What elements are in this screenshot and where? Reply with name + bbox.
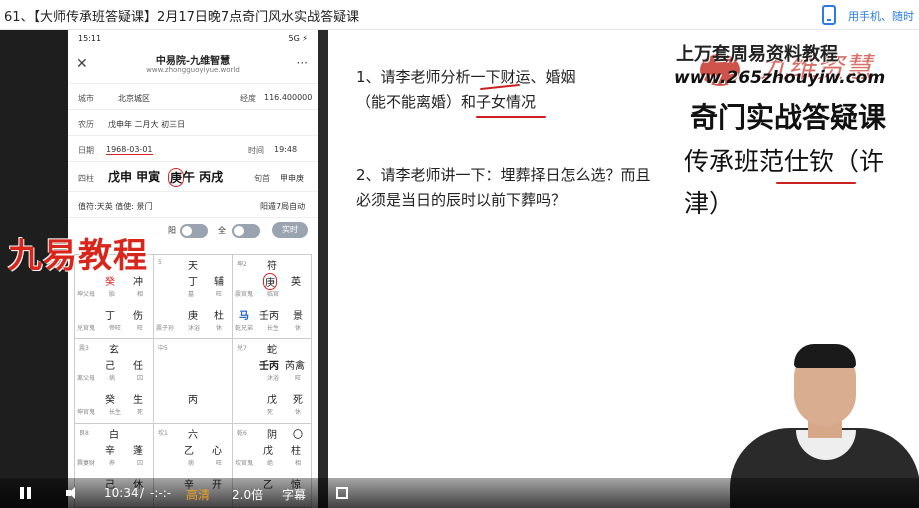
- current-time: 10:34: [104, 486, 139, 500]
- lunar-value: 戊申年 二月大 初三日: [108, 120, 186, 129]
- page: 61、【大师传承班答疑课】2月17日晚7点奇门风水实战答疑课 用手机、随时 15…: [0, 0, 919, 508]
- palace-cell: 5 天 丁 辅 墓 旺 庚 杜 震子孙 沐浴 休: [154, 255, 233, 340]
- app-url: www.zhongguoyiyue.world: [146, 66, 240, 74]
- qimen-chart-grid: 癸 冲 坤父母 胎 相 丁 伤 兑官鬼 帝旺 旺 5 天 丁 辅 墓 旺 庚 杜…: [74, 254, 312, 508]
- phone-status-bar: 15:11 5G ⚡: [68, 30, 318, 48]
- horse-mark: 马: [239, 311, 249, 322]
- toggle-label-all: 全: [218, 226, 226, 235]
- lng-value: 116.400000: [264, 93, 313, 102]
- status-icons: 5G ⚡: [288, 34, 308, 43]
- lunar-row: 农历 戊申年 二月大 初三日: [68, 110, 318, 136]
- red-ink-underline: [476, 116, 546, 118]
- pillars-row: 四柱 戊申 甲寅 庚 午 丙戌 旬首 甲申庚: [68, 162, 318, 192]
- watermark-url: www.265zhouyiw.com: [674, 68, 886, 88]
- zhifu-text: 值符:天英 值使: 景门: [78, 202, 153, 211]
- time-separator: /: [140, 486, 145, 500]
- red-ink-underline-name: [776, 182, 856, 184]
- realtime-button: 实时: [272, 222, 308, 238]
- question-1-line-2: （能不能离婚）和子女情况: [356, 93, 537, 111]
- subtitles-button[interactable]: 字幕: [282, 486, 306, 503]
- palace-cell-center: 中5 丙: [154, 339, 233, 424]
- time-value: 19:48: [274, 145, 298, 154]
- question-2-line-2: 必须是当日的辰时以前下葬吗？: [356, 191, 567, 209]
- circle-mark: 〇: [293, 429, 303, 441]
- xun-label: 旬首: [254, 174, 270, 183]
- app-name: 中易院-九维智慧: [155, 56, 231, 67]
- all-toggle: [232, 224, 260, 238]
- time-label: 时间: [248, 146, 264, 155]
- pillars-label: 四柱: [78, 174, 94, 183]
- mobile-phone-icon[interactable]: [822, 5, 836, 25]
- lng-label: 经度: [240, 94, 256, 103]
- video-title: 61、【大师传承班答疑课】2月17日晚7点奇门风水实战答疑课: [4, 10, 360, 25]
- fullscreen-icon[interactable]: [336, 487, 348, 499]
- xun-value: 甲申庚: [280, 174, 304, 183]
- slide-subheading-line-2: 津）: [684, 189, 735, 218]
- city-row: 城市 北京城区 经度 116.400000: [68, 84, 318, 110]
- zhifu-row: 值符:天英 值使: 景门 阳遁7局自动: [68, 192, 318, 218]
- speed-button[interactable]: 2.0倍: [232, 486, 263, 503]
- slide-heading: 奇门实战答疑课: [690, 101, 887, 134]
- slide-subheading-line-1: 传承班范仕钦（许: [684, 147, 885, 176]
- city-label: 城市: [78, 94, 94, 103]
- pillars-day-stem: 庚: [168, 168, 185, 187]
- video-player[interactable]: 15:11 5G ⚡ ✕ 中易院-九维智慧 www.zhongguoyiyue.…: [0, 30, 919, 508]
- toggle-label-yang: 阳: [168, 226, 176, 235]
- ju-text: 阳遁7局自动: [260, 202, 306, 211]
- quality-button[interactable]: 高清: [186, 486, 210, 503]
- player-control-bar: 10:34 / -:-:- 高清 2.0倍 字幕: [0, 478, 919, 508]
- question-2-line-1: 2、请李老师讲一下：埋葬择日怎么选？而且: [356, 166, 651, 184]
- lunar-label: 农历: [78, 120, 94, 129]
- more-icon: ···: [296, 56, 308, 70]
- video-divider: [318, 30, 328, 508]
- mobile-watch-link[interactable]: 用手机、随时: [848, 8, 914, 24]
- title-bar: 61、【大师传承班答疑课】2月17日晚7点奇门风水实战答疑课 用手机、随时: [0, 0, 919, 30]
- volume-icon[interactable]: [66, 486, 80, 500]
- question-1-line-1: 1、请李老师分析一下财运、婚姻: [356, 68, 576, 86]
- left-watermark-logo: 九易教程: [8, 236, 148, 276]
- city-value: 北京城区: [118, 94, 150, 103]
- yang-toggle: [180, 224, 208, 238]
- date-label: 日期: [78, 146, 94, 155]
- date-value: 1968-03-01: [106, 145, 153, 155]
- duration: -:-:-: [150, 486, 172, 500]
- app-header: ✕ 中易院-九维智慧 www.zhongguoyiyue.world ···: [68, 48, 318, 84]
- date-row: 日期 1968-03-01 时间 19:48: [68, 136, 318, 162]
- pillars-post: 午 丙戌: [183, 170, 224, 184]
- pause-icon[interactable]: [20, 487, 32, 499]
- palace-cell: 兑7 蛇 壬丙 芮禽 沐浴 旺 戊 死 死 休: [233, 339, 312, 424]
- watermark-top-line: 上万套周易资料教程: [676, 44, 838, 65]
- palace-cell: 震3 玄 己 任 离父母 病 囚 癸 生 坤官鬼 长生 死: [75, 339, 154, 424]
- status-time: 15:11: [78, 34, 102, 43]
- palace-cell: 坤2 符 庚 英 震官鬼 临官 马 壬丙 景 乾兄弟 长生 休: [233, 255, 312, 340]
- pillars-pre: 戊申 甲寅: [108, 170, 161, 184]
